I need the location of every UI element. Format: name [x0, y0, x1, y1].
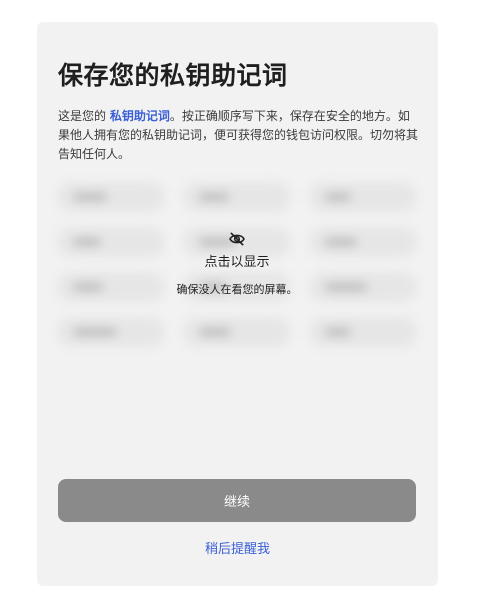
- blurred-word: [183, 317, 291, 347]
- reveal-title[interactable]: 点击以显示: [57, 251, 417, 270]
- description-prefix: 这是您的: [58, 109, 110, 123]
- blurred-word: [183, 182, 291, 212]
- seed-phrase-card: 保存您的私钥助记词 这是您的 私钥助记词。按正确顺序写下来，保存在安全的地方。如…: [37, 22, 438, 586]
- reveal-overlay[interactable]: 点击以显示 确保没人在看您的屏幕。: [57, 232, 417, 297]
- continue-button[interactable]: 继续: [58, 479, 416, 522]
- eye-off-icon: [229, 232, 245, 246]
- blurred-word: [309, 317, 417, 347]
- page-title: 保存您的私钥助记词: [58, 61, 288, 90]
- blurred-word: [57, 317, 165, 347]
- seed-phrase-link[interactable]: 私钥助记词: [110, 109, 170, 123]
- blurred-word: [309, 182, 417, 212]
- reveal-subtitle: 确保没人在看您的屏幕。: [176, 283, 298, 296]
- remind-later-link[interactable]: 稍后提醒我: [37, 538, 438, 557]
- description: 这是您的 私钥助记词。按正确顺序写下来，保存在安全的地方。如果他人拥有您的私钥助…: [58, 107, 418, 164]
- blurred-word: [57, 182, 165, 212]
